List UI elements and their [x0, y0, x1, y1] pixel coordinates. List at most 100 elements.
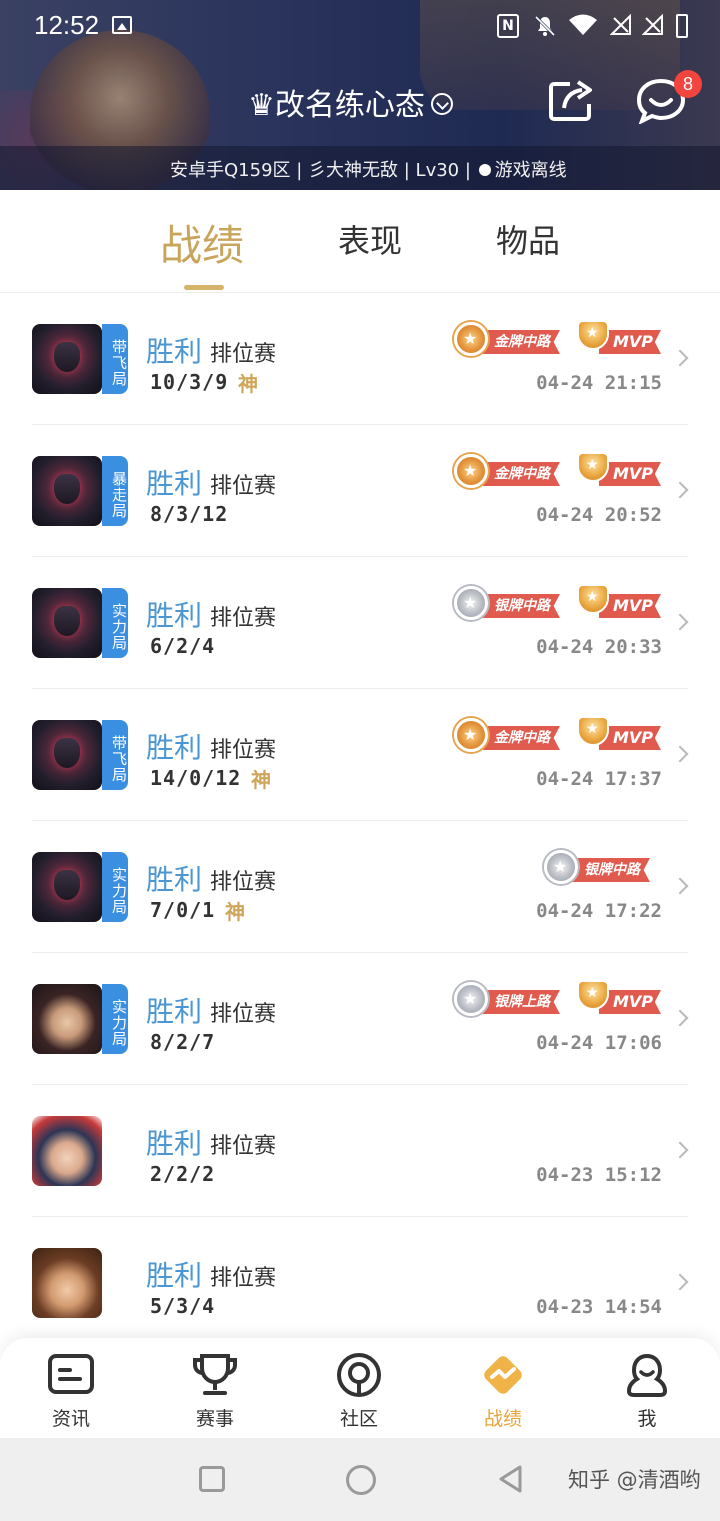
match-mode: 排位赛: [210, 342, 277, 367]
lane-badge-label: 金牌中路: [480, 330, 560, 354]
kda-score: 5/3/4: [150, 1294, 216, 1318]
match-time: 04-24 17:37: [536, 768, 662, 790]
match-time: 04-24 17:06: [536, 1032, 662, 1054]
match-time: 04-24 17:22: [536, 900, 662, 922]
status-dot-icon: [478, 164, 491, 176]
hero-avatar: [32, 324, 102, 394]
match-mode: 排位赛: [210, 1266, 277, 1291]
system-navigation-bar: 知乎 @清酒哟: [0, 1438, 720, 1521]
nav-events-label: 赛事: [195, 1408, 234, 1430]
lane-badge-label: 银牌中路: [480, 594, 560, 618]
bottom-navigation: 资讯 赛事 社区 战绩 我: [0, 1338, 720, 1438]
tab-records[interactable]: 战绩: [160, 212, 244, 273]
share-button[interactable]: [548, 78, 596, 122]
match-row[interactable]: 实力局胜利排位赛 8/2/7 银牌上路 MVP 04-24 17:06: [32, 952, 689, 1085]
match-time: 04-23 15:12: [536, 1164, 662, 1186]
page-title: ♛改名练心态: [248, 88, 425, 123]
match-result: 胜利: [146, 335, 203, 368]
chevron-right-icon: [671, 1009, 689, 1027]
chevron-right-icon: [671, 877, 689, 895]
notification-count-badge: 8: [674, 70, 702, 98]
nfc-icon: N: [497, 14, 519, 38]
nav-profile[interactable]: 我: [602, 1350, 692, 1436]
match-quality-tag: 带飞局: [102, 324, 128, 394]
gold-medal-icon: [454, 322, 488, 356]
match-row[interactable]: 胜利 排位赛 2/2/2 04-23 15:12: [32, 1084, 689, 1217]
account-switcher[interactable]: ♛改名练心态: [248, 80, 453, 124]
lane-badge-label: 金牌中路: [480, 462, 560, 486]
nav-news-label: 资讯: [51, 1408, 90, 1430]
legendary-badge: 神: [238, 372, 258, 396]
tab-performance[interactable]: 表现: [338, 216, 402, 262]
match-row[interactable]: 带飞局胜利排位赛 10/3/9 神 金牌中路 MVP 04-24 21:15: [32, 292, 689, 425]
nav-news[interactable]: 资讯: [26, 1350, 116, 1436]
profile-icon: [626, 1353, 668, 1397]
community-icon: [337, 1353, 381, 1397]
kda-score: 7/0/1: [150, 898, 216, 922]
status-time: 12:52: [34, 10, 100, 40]
match-quality-tag: 暴走局: [102, 456, 128, 526]
kda-score: 10/3/9: [150, 370, 229, 394]
lane-badge-label: 金牌中路: [480, 726, 560, 750]
silver-medal-icon: [454, 982, 488, 1016]
match-time: 04-24 20:33: [536, 636, 662, 658]
nav-records-label: 战绩: [483, 1408, 522, 1430]
silver-medal-icon: [454, 586, 488, 620]
hero-avatar: [32, 1116, 102, 1186]
home-button[interactable]: [346, 1465, 376, 1495]
match-row[interactable]: 实力局胜利排位赛 7/0/1 神 银牌中路 04-24 17:22: [32, 820, 689, 953]
nav-community-label: 社区: [339, 1408, 378, 1430]
tab-items[interactable]: 物品: [496, 216, 560, 262]
online-status: 游戏离线: [494, 160, 567, 181]
account-info-text: 安卓手Q159区 | 彡大神无敌 | Lv30 |: [170, 160, 477, 181]
mvp-badge: MVP: [577, 320, 663, 356]
hero-avatar: [32, 456, 102, 526]
back-button[interactable]: [496, 1464, 526, 1494]
match-mode: 排位赛: [210, 474, 277, 499]
chevron-right-icon: [671, 745, 689, 763]
hero-avatar: [32, 720, 102, 790]
mvp-badge: MVP: [577, 716, 663, 752]
match-quality-tag: 实力局: [102, 852, 128, 922]
match-row[interactable]: 实力局胜利排位赛 6/2/4 银牌中路 MVP 04-24 20:33: [32, 556, 689, 689]
match-time: 04-24 21:15: [536, 372, 662, 394]
match-time: 04-23 14:54: [536, 1296, 662, 1318]
hero-avatar: [32, 1248, 102, 1318]
chevron-right-icon: [671, 613, 689, 631]
bell-muted-icon: [533, 14, 557, 44]
match-row[interactable]: 带飞局胜利排位赛 14/0/12 神 金牌中路 MVP 04-24 17:37: [32, 688, 689, 821]
chevron-right-icon: [671, 1141, 689, 1159]
recent-apps-button[interactable]: [199, 1466, 225, 1492]
wifi-icon: [568, 14, 598, 36]
match-row[interactable]: 胜利 排位赛 5/3/4 04-23 14:54: [32, 1216, 689, 1338]
trophy-icon: [193, 1354, 237, 1395]
match-result: 胜利: [146, 863, 203, 896]
match-list[interactable]: 带飞局胜利排位赛10/3/9神金牌中路MVP04-24 21:15暴走局胜利排位…: [0, 292, 720, 1338]
match-quality-tag: 实力局: [102, 984, 128, 1054]
kda-score: 2/2/2: [150, 1162, 216, 1186]
chevron-right-icon: [671, 349, 689, 367]
silver-medal-icon: [544, 850, 578, 884]
battery-icon: [676, 14, 688, 38]
gold-medal-icon: [454, 718, 488, 752]
match-time: 04-24 20:52: [536, 504, 662, 526]
hero-avatar: [32, 984, 102, 1054]
nav-records[interactable]: 战绩: [458, 1350, 548, 1436]
mvp-badge: MVP: [577, 452, 663, 488]
lane-badge-label: 银牌上路: [480, 990, 560, 1014]
nav-events[interactable]: 赛事: [170, 1350, 260, 1436]
record-icon: [484, 1356, 522, 1394]
match-result: 胜利: [146, 1259, 203, 1292]
profile-header: 12:52 N ♛改名练心态 8 安卓手Q159区 | 彡大神无敌 | Lv30…: [0, 0, 720, 190]
nav-community[interactable]: 社区: [314, 1350, 404, 1436]
match-mode: 排位赛: [210, 1002, 277, 1027]
kda-score: 8/3/12: [150, 502, 229, 526]
match-mode: 排位赛: [210, 1134, 277, 1159]
match-quality-tag: 实力局: [102, 588, 128, 658]
watermark: 知乎 @清酒哟: [568, 1468, 701, 1492]
match-row[interactable]: 暴走局胜利排位赛 8/3/12 金牌中路 MVP 04-24 20:52: [32, 424, 689, 557]
hero-avatar: [32, 852, 102, 922]
match-mode: 排位赛: [210, 606, 277, 631]
mvp-badge: MVP: [577, 584, 663, 620]
kda-score: 6/2/4: [150, 634, 216, 658]
